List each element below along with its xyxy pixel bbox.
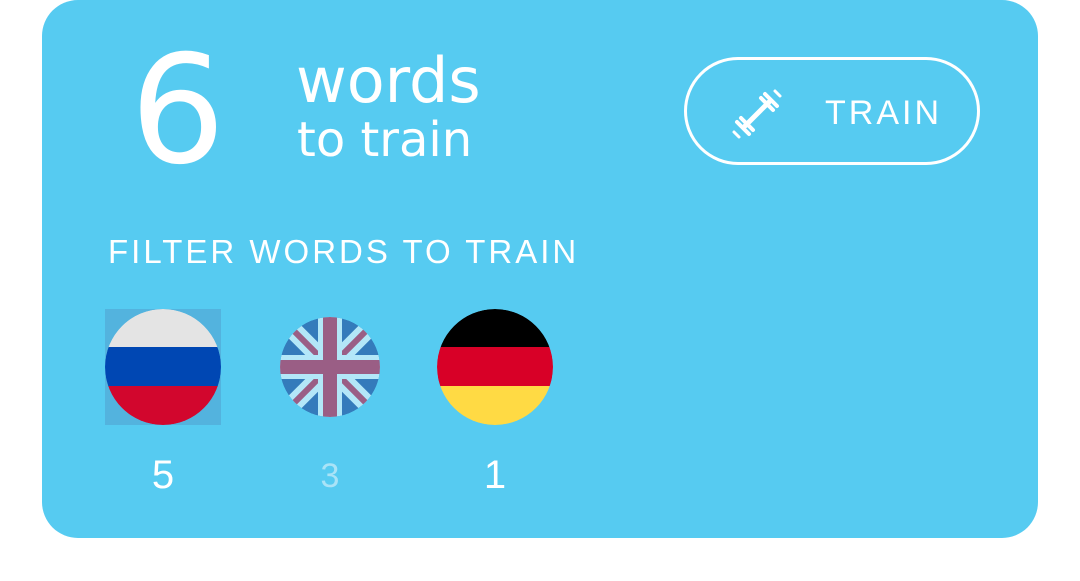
to-train-label: to train <box>297 112 473 168</box>
language-word-count: 1 <box>483 453 507 497</box>
train-button[interactable]: TRAIN <box>684 57 980 165</box>
language-filter-english[interactable]: 3 <box>272 309 388 493</box>
train-button-label: TRAIN <box>825 94 942 132</box>
flag-selection-highlight <box>105 309 221 425</box>
filter-heading: FILTER WORDS TO TRAIN <box>108 233 580 270</box>
germany-flag-icon <box>437 309 553 425</box>
language-filter-russian[interactable]: 5 <box>105 309 221 495</box>
language-filter-german[interactable]: 1 <box>437 309 553 495</box>
words-to-train-card: 6 words to train TRAIN FILTER WORDS TO T… <box>42 0 1038 538</box>
flag-wrapper <box>272 309 388 425</box>
words-count: 6 <box>130 24 225 198</box>
flag-wrapper <box>437 309 553 425</box>
language-word-count: 5 <box>151 453 175 497</box>
words-label: words <box>296 44 481 117</box>
dumbbell-icon <box>732 89 782 139</box>
language-word-count: 3 <box>320 457 340 495</box>
uk-flag-icon <box>280 317 380 417</box>
russia-flag-icon <box>105 309 221 425</box>
